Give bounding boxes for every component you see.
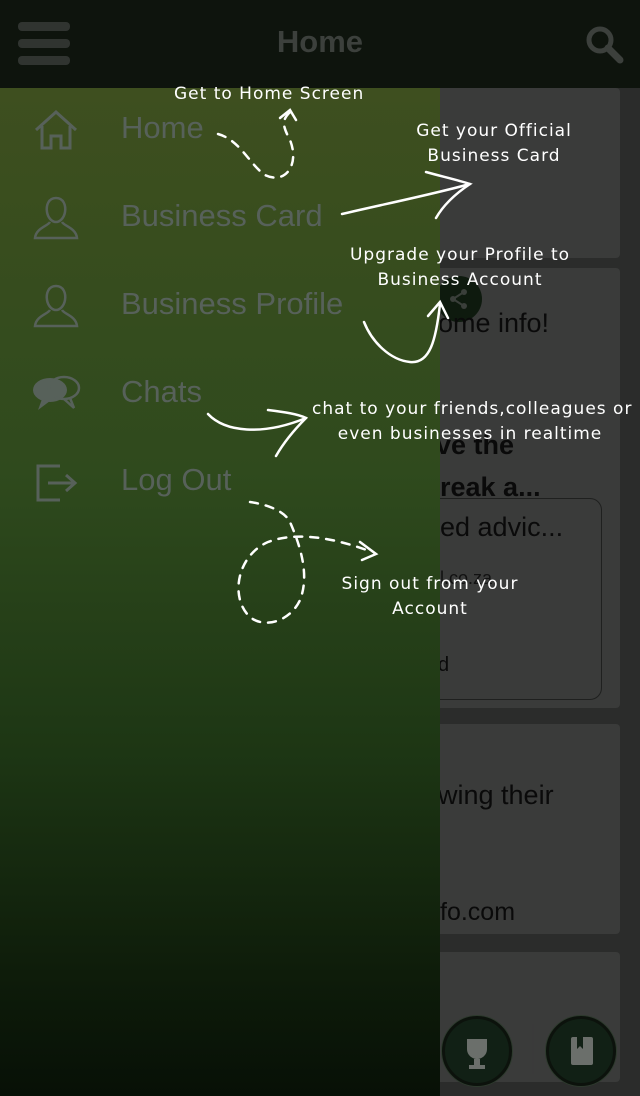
annotation-line: Sign out from your	[341, 574, 519, 594]
annotation-business-card: Get your Official Business Card	[394, 119, 594, 169]
annotation-line: chat to your friends,colleagues or	[312, 399, 633, 419]
annotation-line: Upgrade your Profile to	[349, 245, 571, 265]
annotation-line: even businesses in realtime	[337, 424, 603, 444]
annotation-line: Get your Official	[416, 121, 572, 141]
annotation-business-profile: Upgrade your Profile to Business Account	[340, 243, 580, 293]
annotation-line: Account	[392, 599, 468, 619]
annotation-home: Get to Home Screen	[174, 84, 365, 104]
arrow-business-profile	[362, 302, 442, 364]
arrow-home	[216, 110, 295, 179]
annotation-chats: chat to your friends,colleagues or even …	[312, 397, 633, 447]
annotation-logout: Sign out from your Account	[332, 572, 528, 622]
annotation-line: Business Account	[377, 270, 543, 290]
annotation-line: Business Card	[427, 146, 561, 166]
arrow-chats	[206, 412, 308, 431]
